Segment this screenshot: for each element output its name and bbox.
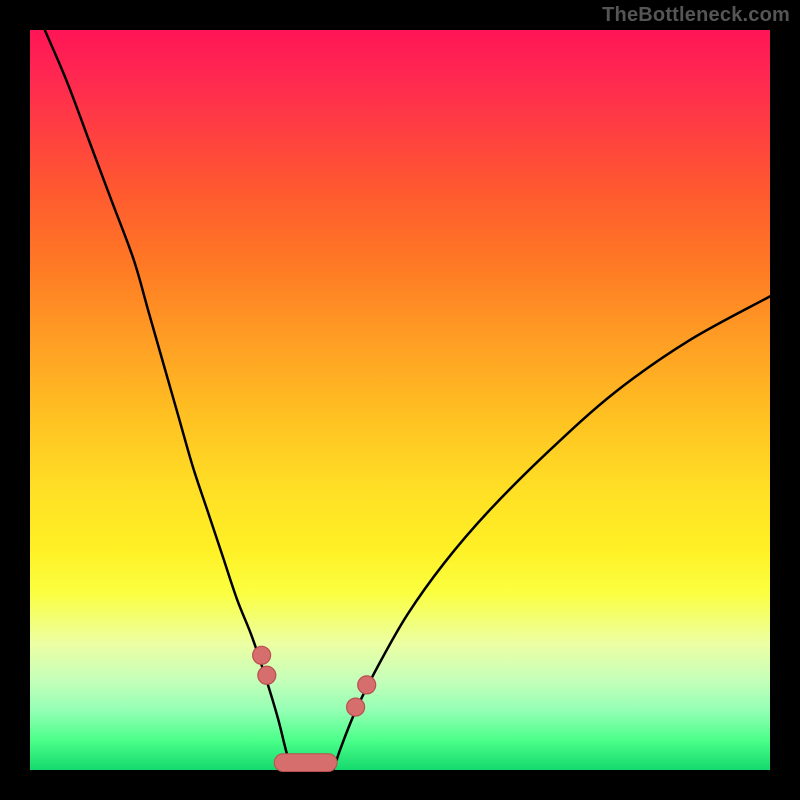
curve-right-branch [333,296,770,770]
watermark-label: TheBottleneck.com [602,4,790,27]
marker-dot-2 [347,698,365,716]
curve-group [45,30,770,770]
valley-bar [274,754,337,772]
plot-area [30,30,770,770]
marker-dot-0 [253,646,271,664]
marker-dot-3 [358,676,376,694]
chart-frame: TheBottleneck.com [0,0,800,800]
markers-group [253,646,376,771]
chart-svg [30,30,770,770]
marker-dot-1 [258,666,276,684]
